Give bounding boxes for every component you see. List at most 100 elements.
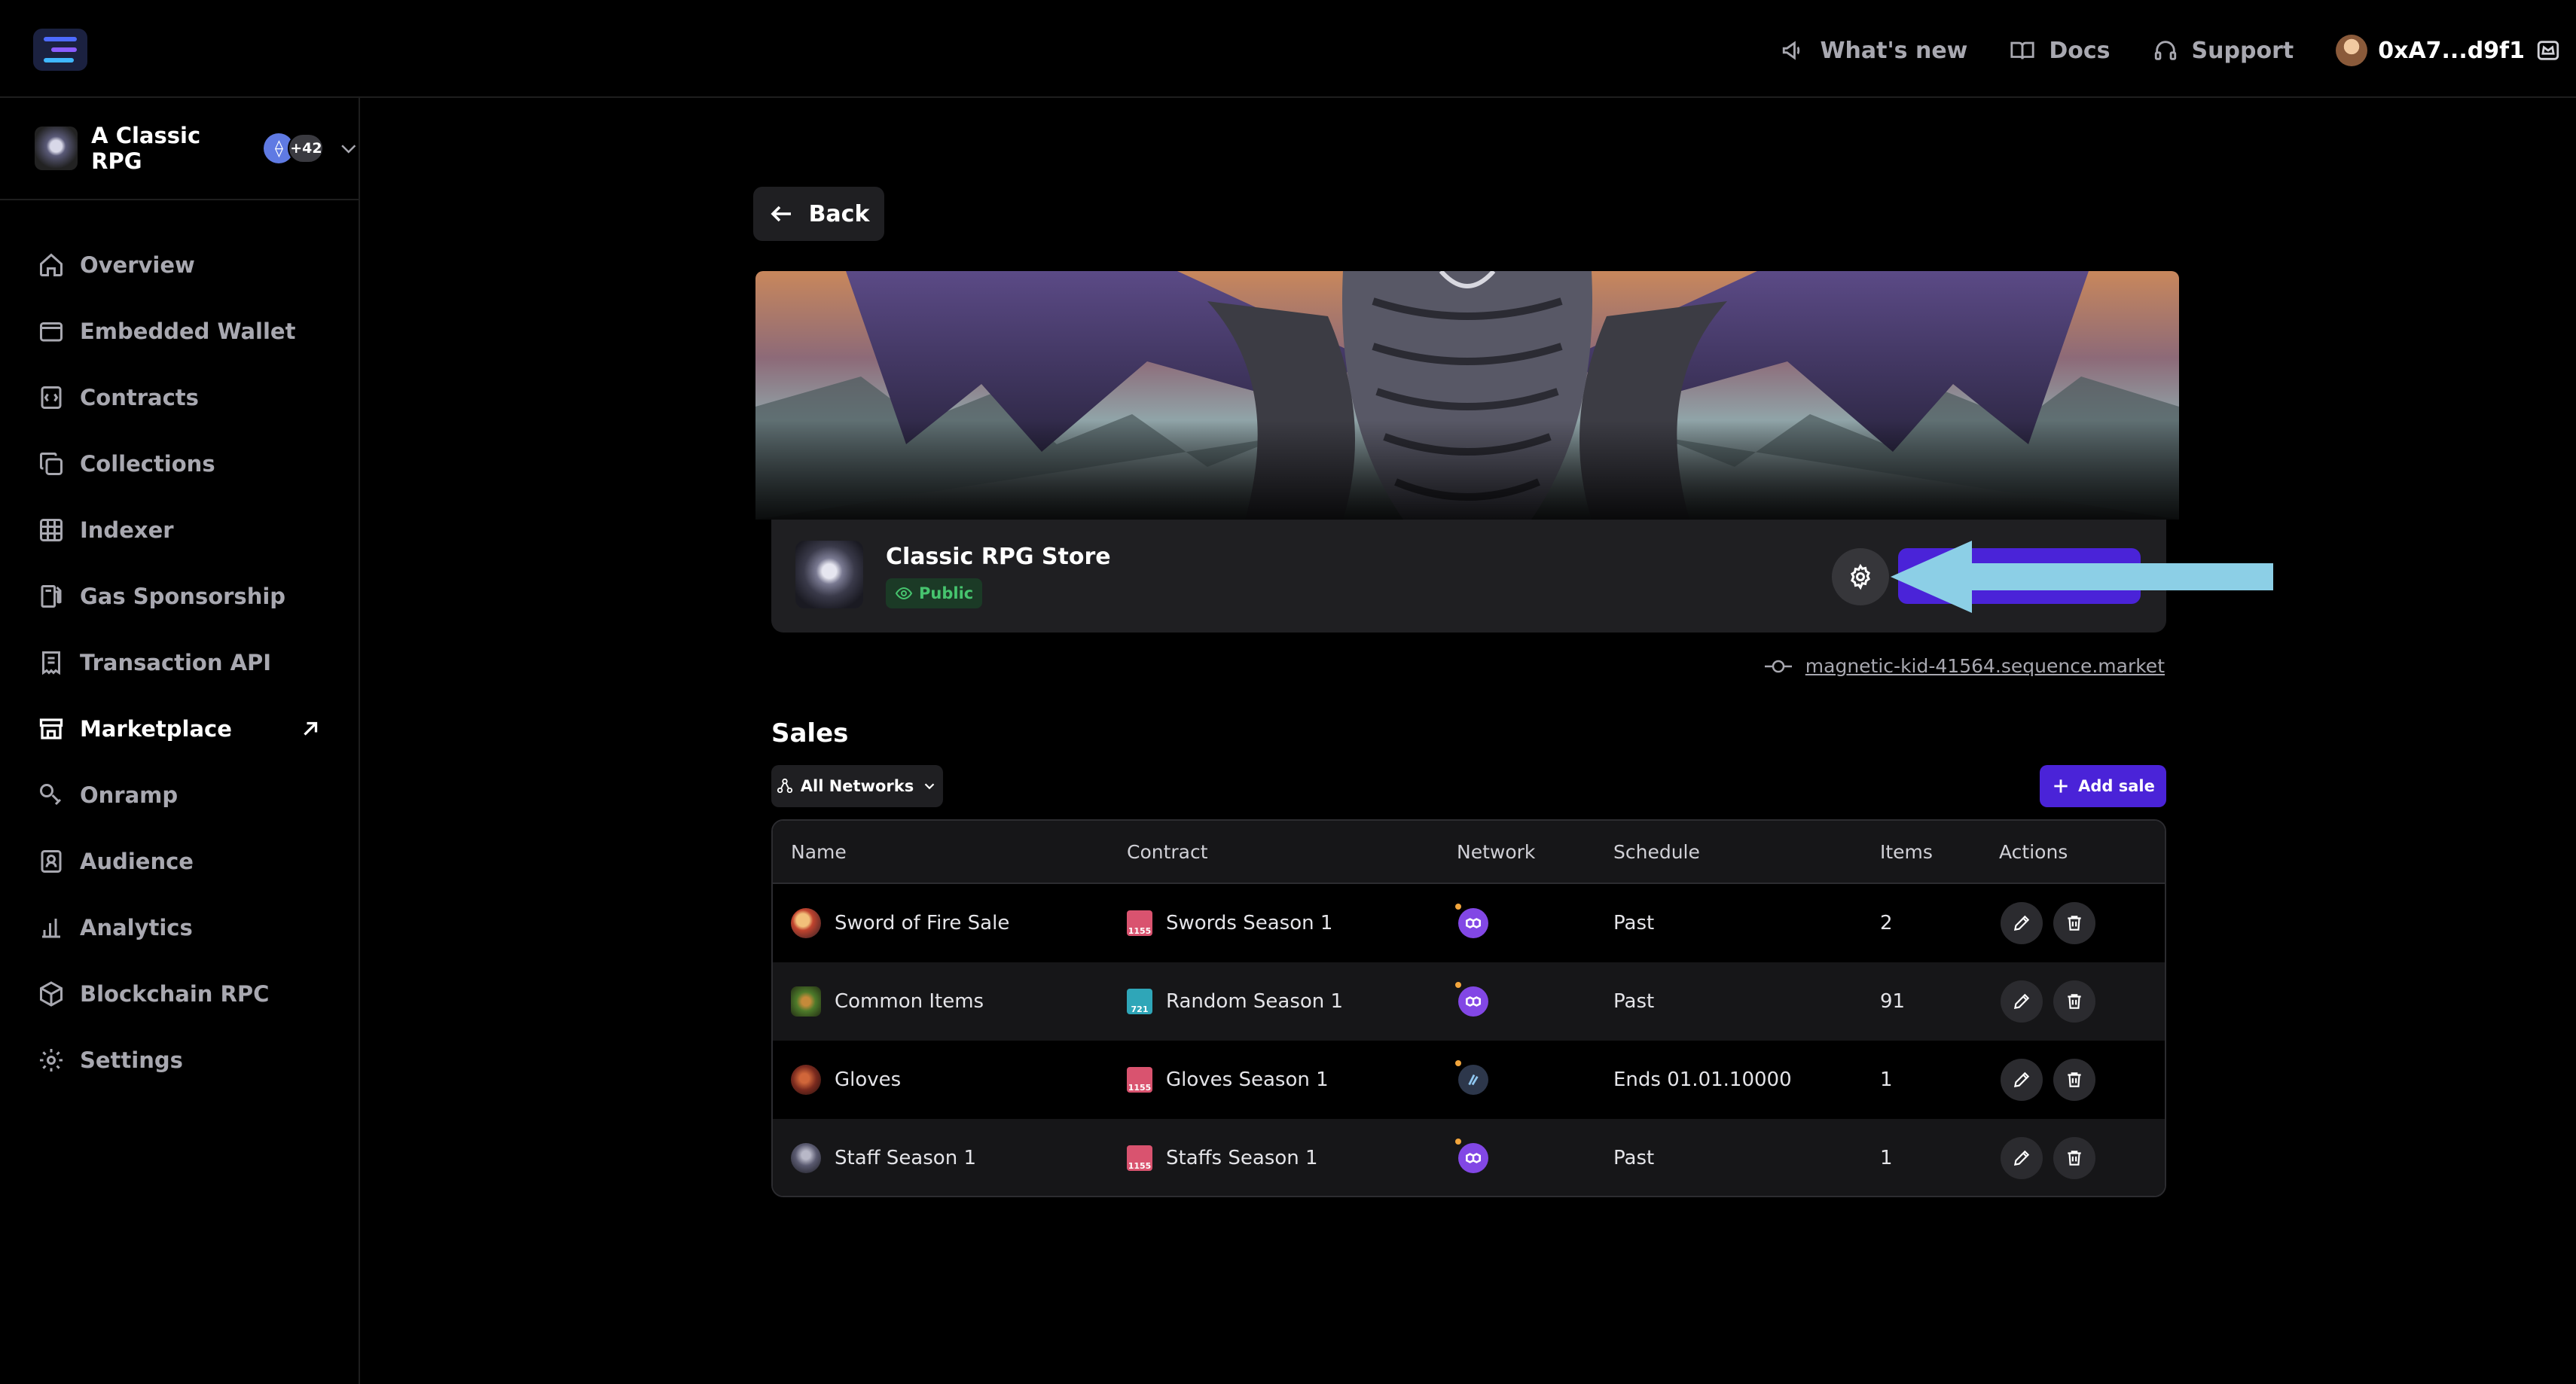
whats-new-link[interactable]: What's new: [1781, 38, 1967, 64]
pencil-icon: [2013, 915, 2030, 931]
item-thumbnail: [791, 908, 821, 938]
visibility-label: Public: [919, 584, 974, 602]
polygon-icon: [1455, 1139, 1488, 1173]
store-url-link[interactable]: magnetic-kid-41564.sequence.market: [1764, 655, 2165, 677]
trash-icon: [2068, 994, 2081, 1009]
actions-cell: [2001, 902, 2095, 944]
wallet-address: 0xA7...d9f1: [2378, 37, 2525, 64]
sidebar-item-collections[interactable]: Collections: [0, 431, 360, 497]
table-row[interactable]: Gloves 1155 Gloves Season 1 Ends 01.01.1…: [773, 1041, 2165, 1119]
back-button[interactable]: Back: [753, 187, 884, 241]
sidebar-item-marketplace[interactable]: Marketplace: [0, 696, 360, 762]
edit-button[interactable]: [2001, 980, 2043, 1023]
book-icon: [2010, 41, 2034, 59]
chevron-down-icon: [924, 783, 935, 790]
docs-label: Docs: [2049, 37, 2111, 64]
table-row[interactable]: Staff Season 1 1155 Staffs Season 1 Past…: [773, 1119, 2165, 1196]
store-logo: [795, 541, 863, 608]
store-settings-button[interactable]: [1832, 548, 1889, 605]
items-count: 1: [1880, 1147, 1893, 1169]
delete-button[interactable]: [2053, 1137, 2095, 1179]
receipt-icon: [42, 651, 60, 675]
sidebar-item-label: Analytics: [80, 915, 193, 940]
store-url-text: magnetic-kid-41564.sequence.market: [1805, 655, 2165, 677]
support-label: Support: [2191, 37, 2294, 64]
home-icon: [40, 253, 63, 276]
wallet-menu[interactable]: 0xA7...d9f1: [2336, 35, 2561, 66]
contract-cell: 721 Random Season 1: [1127, 989, 1343, 1014]
edit-button[interactable]: [2001, 902, 2043, 944]
chevron-down-icon: [341, 145, 356, 154]
sidebar-item-indexer[interactable]: Indexer: [0, 497, 360, 563]
table-row[interactable]: Sword of Fire Sale 1155 Swords Season 1 …: [773, 884, 2165, 962]
column-header-contract: Contract: [1127, 840, 1208, 863]
sidebar-item-analytics[interactable]: Analytics: [0, 895, 360, 961]
edit-button[interactable]: [2001, 1137, 2043, 1179]
network-filter-dropdown[interactable]: All Networks: [771, 765, 943, 807]
docs-link[interactable]: Docs: [2010, 37, 2111, 64]
sidebar-item-onramp[interactable]: Onramp: [0, 762, 360, 828]
items-count: 2: [1880, 912, 1893, 934]
sidebar-item-gas-sponsorship[interactable]: Gas Sponsorship: [0, 563, 360, 630]
column-header-schedule: Schedule: [1613, 840, 1700, 863]
delete-button[interactable]: [2053, 1059, 2095, 1101]
sidebar-item-embedded-wallet[interactable]: Embedded Wallet: [0, 298, 360, 364]
plus-icon: [2054, 779, 2068, 793]
pencil-icon: [2013, 993, 2030, 1010]
contract-icon: 1155: [1127, 910, 1152, 936]
sale-name-cell: Gloves: [791, 1065, 901, 1095]
contract-cell: 1155 Gloves Season 1: [1127, 1067, 1329, 1093]
sidebar-item-label: Overview: [80, 252, 195, 278]
sale-name: Sword of Fire Sale: [835, 912, 1010, 934]
column-header-items: Items: [1880, 840, 1933, 863]
sale-name: Staff Season 1: [835, 1147, 976, 1169]
network-icon: [777, 778, 792, 794]
support-link[interactable]: Support: [2153, 38, 2294, 64]
sidebar-item-audience[interactable]: Audience: [0, 828, 360, 895]
delete-button[interactable]: [2053, 902, 2095, 944]
edit-button[interactable]: [2001, 1059, 2043, 1101]
actions-cell: [2001, 1059, 2095, 1101]
network-cell: [1455, 982, 1488, 1017]
sidebar-item-blockchain-rpc[interactable]: Blockchain RPC: [0, 961, 360, 1027]
store-title: Classic RPG Store: [886, 544, 1111, 570]
sidebar-item-transaction-api[interactable]: Transaction API: [0, 630, 360, 696]
schedule-cell: Past: [1613, 1147, 1655, 1169]
trash-icon: [2068, 916, 2081, 931]
schedule-cell: Ends 01.01.10000: [1613, 1068, 1792, 1091]
status-badge: Public: [886, 578, 983, 608]
sequence-logo[interactable]: [33, 29, 87, 71]
sidebar-item-label: Marketplace: [80, 716, 232, 742]
actions-cell: [2001, 980, 2095, 1023]
cube-icon: [40, 981, 63, 1007]
store-banner-image: [755, 271, 2179, 520]
add-sale-label: Add sale: [2078, 777, 2155, 795]
collections-icon: [40, 453, 63, 475]
sidebar-item-label: Gas Sponsorship: [80, 584, 286, 609]
sidebar: A Classic RPG ⟠ +42 Overview Embedded Wa…: [0, 98, 360, 1384]
sidebar-item-overview[interactable]: Overview: [0, 232, 360, 298]
item-thumbnail: [791, 1143, 821, 1173]
sales-heading: Sales: [771, 718, 849, 748]
sale-name-cell: Sword of Fire Sale: [791, 908, 1009, 938]
trash-icon: [2068, 1151, 2081, 1166]
bar-chart-icon: [42, 919, 60, 938]
sidebar-item-label: Embedded Wallet: [80, 319, 296, 344]
schedule-cell: Past: [1613, 990, 1655, 1013]
item-thumbnail: [791, 986, 821, 1017]
project-avatar: [35, 127, 78, 170]
headset-icon: [2154, 41, 2176, 60]
delete-button[interactable]: [2053, 980, 2095, 1023]
sidebar-item-settings[interactable]: Settings: [0, 1027, 360, 1093]
polygon-icon: [1455, 982, 1488, 1017]
gas-icon: [41, 585, 62, 608]
table-row[interactable]: Common Items 721 Random Season 1 Past 91: [773, 962, 2165, 1041]
external-link-icon[interactable]: [297, 715, 324, 742]
sidebar-item-label: Blockchain RPC: [80, 981, 270, 1007]
sales-table: Name Contract Network Schedule Items Act…: [771, 819, 2166, 1197]
add-sale-button[interactable]: Add sale: [2040, 765, 2166, 807]
more-chains-badge: +42: [288, 133, 325, 163]
avatar: [2336, 35, 2368, 66]
sidebar-item-contracts[interactable]: Contracts: [0, 364, 360, 431]
project-selector[interactable]: A Classic RPG ⟠ +42: [0, 98, 360, 200]
